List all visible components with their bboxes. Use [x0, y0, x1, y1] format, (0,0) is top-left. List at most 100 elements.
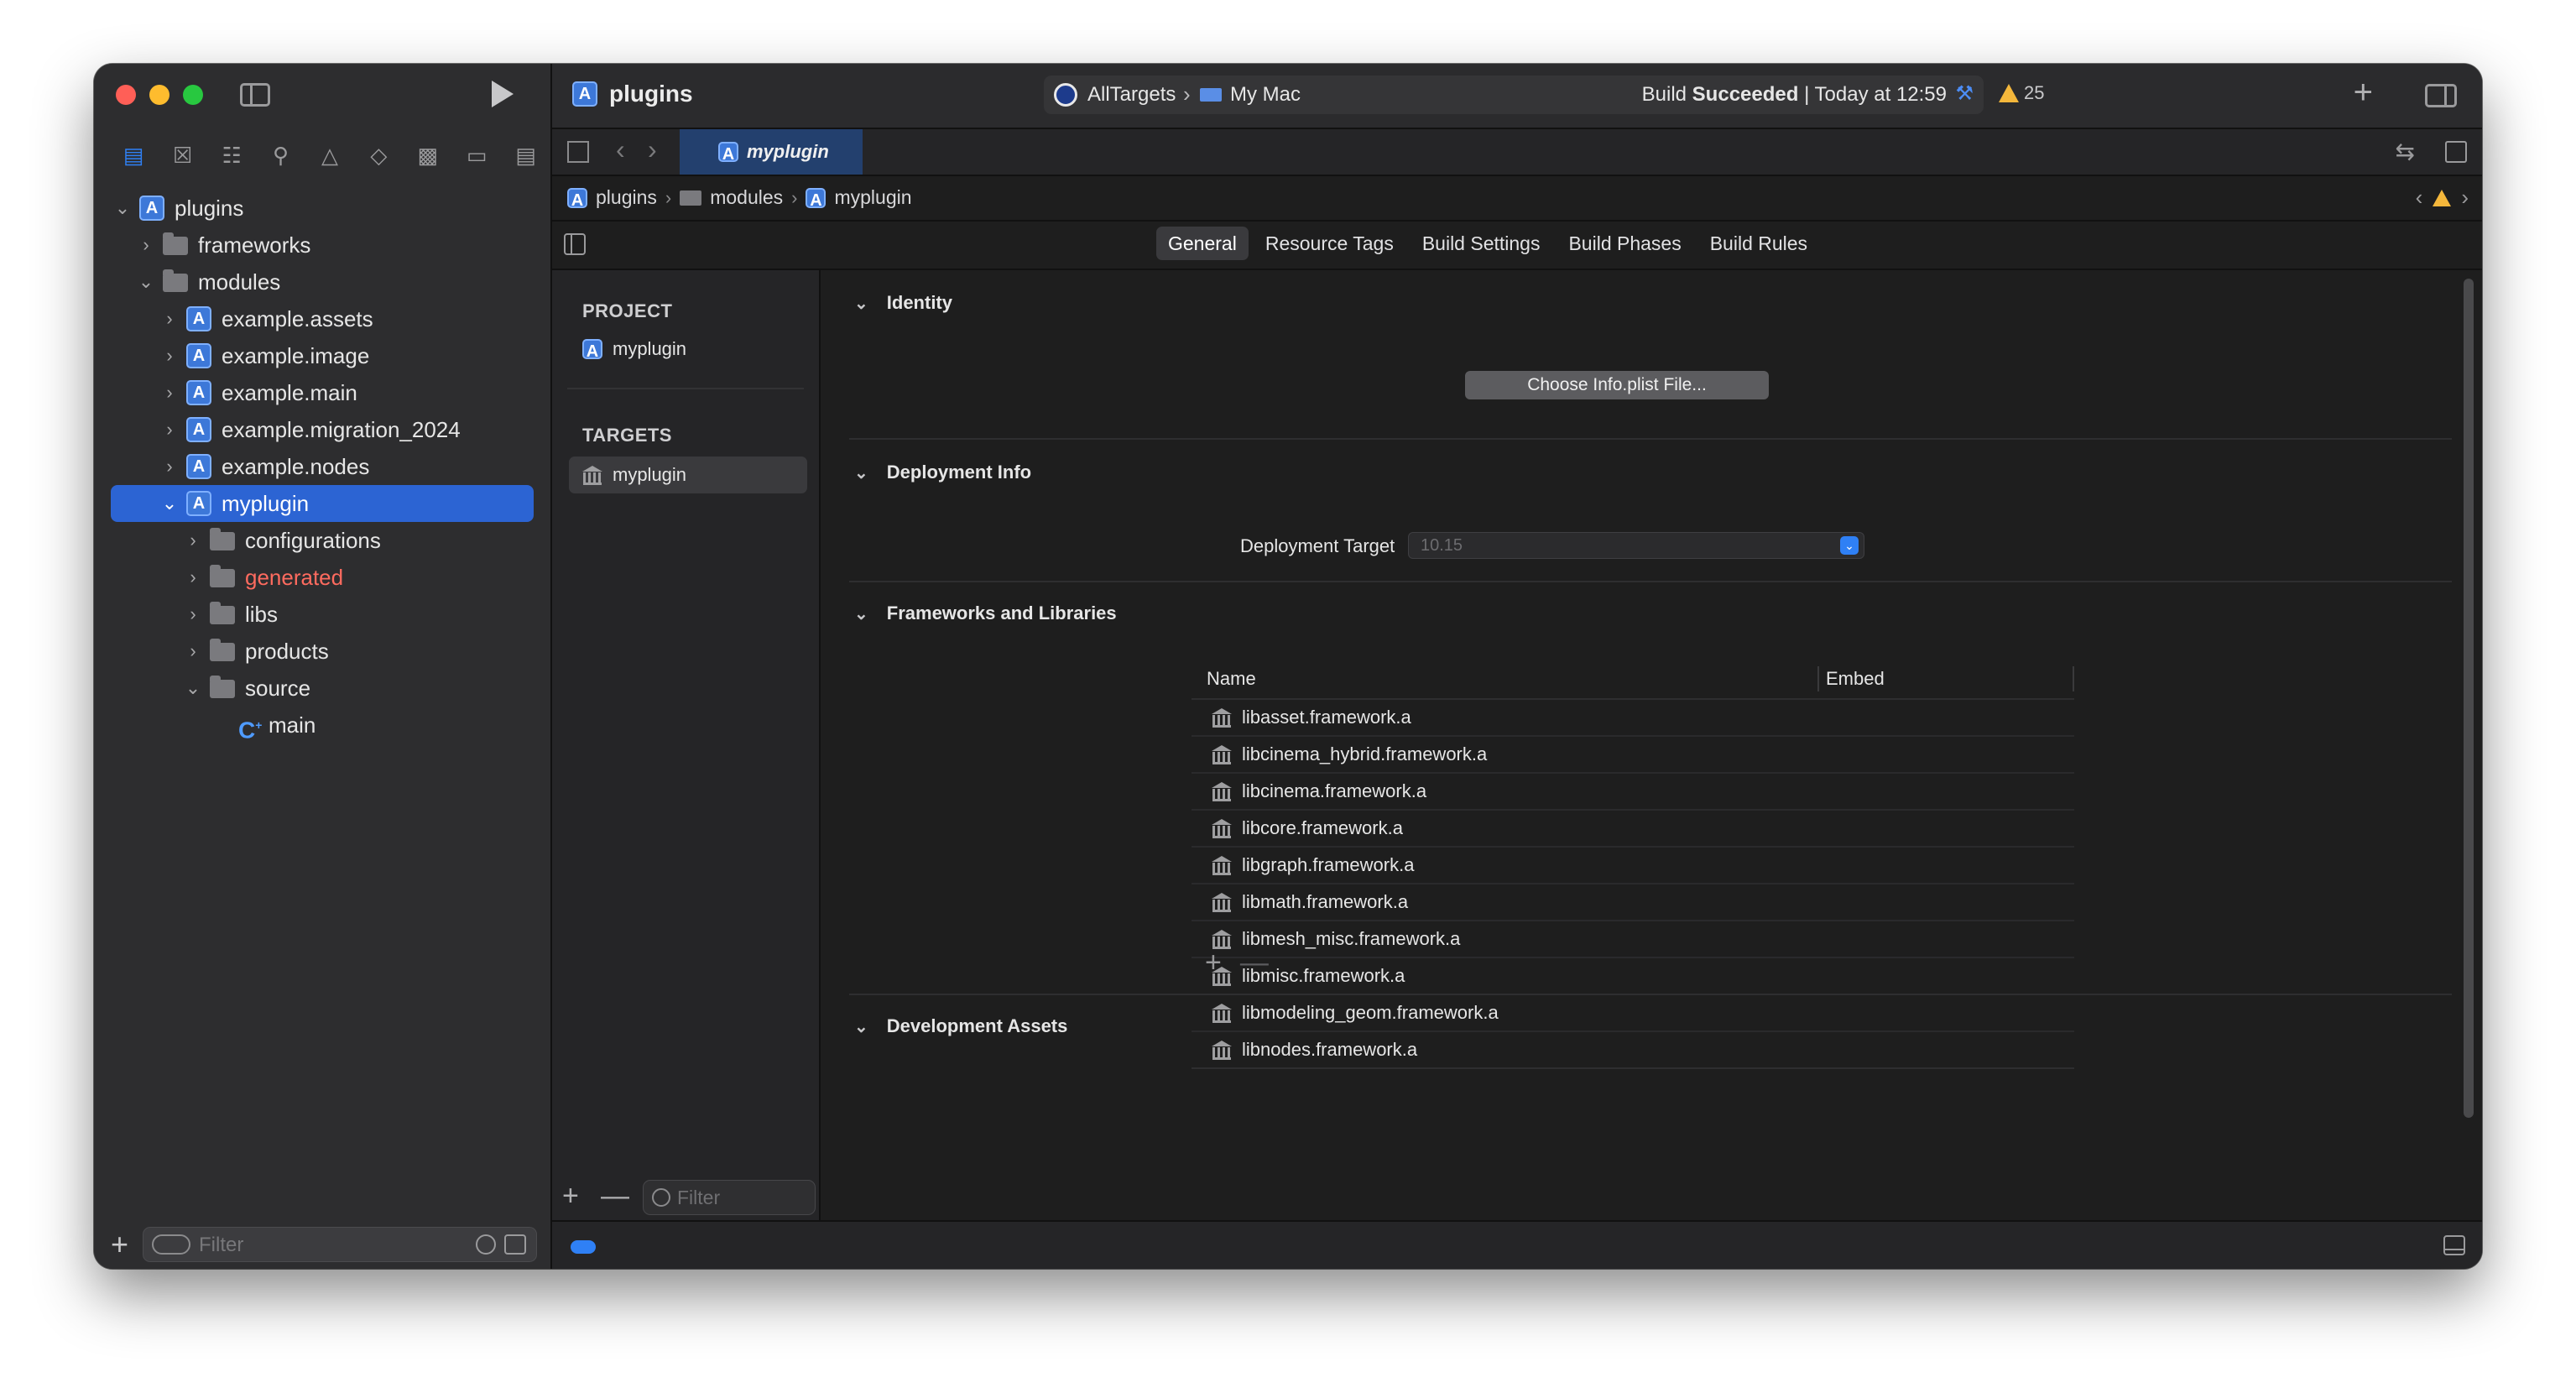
tree-row-myplugin[interactable]: ⌄ myplugin [111, 485, 534, 522]
scm-filter-icon[interactable] [504, 1234, 526, 1255]
back-chevron-icon[interactable]: ‹ [616, 134, 625, 165]
table-row[interactable]: libgraph.framework.a [1192, 848, 2074, 884]
filter-options-icon[interactable] [152, 1234, 190, 1255]
breadcrumb-item-myplugin[interactable]: myplugin [834, 186, 911, 209]
tree-row-libs[interactable]: › libs [94, 596, 550, 633]
target-filter-field[interactable]: Filter [643, 1180, 816, 1215]
tab-build-rules[interactable]: Build Rules [1698, 227, 1819, 260]
tree-row-plugins[interactable]: ⌄ plugins [94, 190, 550, 227]
add-editor-pane-icon[interactable] [2445, 141, 2467, 163]
table-row[interactable]: libmesh_misc.framework.a [1192, 921, 2074, 958]
add-target-button[interactable]: + [562, 1180, 579, 1213]
zoom-window-button[interactable] [183, 85, 203, 105]
forward-chevron-icon[interactable]: › [648, 134, 657, 165]
run-destination-selector[interactable]: My Mac [1230, 83, 1301, 107]
chevron-down-icon[interactable]: ⌄ [854, 1016, 868, 1037]
chevron-right-icon[interactable]: › [185, 603, 201, 625]
table-row[interactable]: libnodes.framework.a [1192, 1032, 2074, 1069]
find-navigator-icon[interactable]: ⚲ [256, 137, 305, 174]
project-item-myplugin[interactable]: myplugin [569, 331, 807, 368]
warnings-indicator[interactable]: 25 [1999, 82, 2044, 104]
tree-row-generated[interactable]: › generated [94, 559, 550, 596]
chevron-right-icon[interactable]: › [161, 419, 178, 441]
tree-row-example-nodes[interactable]: › example.nodes [94, 448, 550, 485]
source-control-navigator-icon[interactable]: ☒ [158, 137, 206, 174]
tree-row-example-image[interactable]: › example.image [94, 337, 550, 374]
breakpoint-navigator-icon[interactable]: ▭ [452, 137, 501, 174]
chevron-down-icon[interactable]: ⌄ [138, 271, 154, 293]
column-header-name[interactable]: Name [1207, 668, 1256, 690]
tree-row-products[interactable]: › products [94, 633, 550, 670]
symbol-navigator-icon[interactable]: ☷ [207, 137, 256, 174]
table-row[interactable]: libmodeling_geom.framework.a [1192, 995, 2074, 1032]
report-navigator-icon[interactable]: ▤ [502, 137, 550, 174]
related-items-grid-icon[interactable] [567, 141, 589, 163]
run-button[interactable] [492, 81, 514, 107]
tree-row-source[interactable]: ⌄ source [94, 670, 550, 707]
issue-navigator-icon[interactable]: △ [305, 137, 354, 174]
section-deployment-info[interactable]: ⌄ Deployment Info [854, 462, 1031, 483]
previous-issue-icon[interactable]: ‹ [2416, 185, 2423, 211]
table-row[interactable]: libcore.framework.a [1192, 811, 2074, 848]
scheme-target-selector[interactable]: AllTargets [1087, 83, 1176, 107]
warning-icon[interactable] [2433, 189, 2452, 206]
breadcrumb-item-modules[interactable]: modules [710, 186, 783, 209]
add-framework-button[interactable]: + [1205, 947, 1222, 979]
tab-resource-tags[interactable]: Resource Tags [1254, 227, 1405, 260]
tree-row-main[interactable]: C+ main [94, 707, 550, 743]
table-row[interactable]: libasset.framework.a [1192, 700, 2074, 737]
chevron-right-icon[interactable]: › [185, 640, 201, 662]
chevron-right-icon[interactable]: › [161, 456, 178, 477]
vertical-scrollbar[interactable] [2464, 279, 2474, 1118]
remove-framework-button[interactable]: — [1240, 947, 1269, 979]
chevron-down-icon[interactable]: ⌄ [185, 677, 201, 699]
chevron-right-icon[interactable]: › [161, 308, 178, 330]
breadcrumb-item-plugins[interactable]: plugins [596, 186, 657, 209]
scheme-status-bar[interactable]: AllTargets › My Mac Build Succeeded | To… [1044, 76, 1984, 114]
chevron-down-icon[interactable]: ⌄ [1840, 536, 1859, 555]
minimize-window-button[interactable] [149, 85, 169, 105]
column-header-embed[interactable]: Embed [1826, 668, 1885, 690]
deployment-target-select[interactable]: 10.15 ⌄ [1408, 532, 1864, 559]
tree-row-configurations[interactable]: › configurations [94, 522, 550, 559]
tab-build-phases[interactable]: Build Phases [1557, 227, 1692, 260]
tab-build-settings[interactable]: Build Settings [1411, 227, 1552, 260]
tree-row-modules[interactable]: ⌄ modules [94, 263, 550, 300]
project-navigator-icon[interactable]: ▤ [109, 137, 158, 174]
chevron-down-icon[interactable]: ⌄ [854, 462, 868, 483]
add-file-button[interactable]: + [111, 1227, 128, 1262]
table-row[interactable]: libcinema_hybrid.framework.a [1192, 737, 2074, 774]
library-add-button[interactable]: + [2354, 74, 2373, 112]
target-item-myplugin[interactable]: myplugin [569, 457, 807, 493]
section-development-assets[interactable]: ⌄ Development Assets [854, 1015, 1067, 1037]
table-row[interactable]: libmisc.framework.a [1192, 958, 2074, 995]
table-row[interactable]: libmath.framework.a [1192, 884, 2074, 921]
remove-target-button[interactable]: — [601, 1180, 629, 1213]
table-row[interactable]: libcinema.framework.a [1192, 774, 2074, 811]
toggle-project-list-icon[interactable] [564, 233, 586, 255]
section-frameworks[interactable]: ⌄ Frameworks and Libraries [854, 603, 1117, 624]
choose-info-plist-button[interactable]: Choose Info.plist File... [1465, 371, 1769, 399]
chevron-right-icon[interactable]: › [161, 345, 178, 367]
chevron-down-icon[interactable]: ⌄ [854, 293, 868, 314]
tree-row-example-main[interactable]: › example.main [94, 374, 550, 411]
tree-row-example-migration[interactable]: › example.migration_2024 [94, 411, 550, 448]
section-identity[interactable]: ⌄ Identity [854, 292, 952, 314]
chevron-down-icon[interactable]: ⌄ [114, 197, 131, 219]
tab-myplugin[interactable]: myplugin [680, 129, 863, 175]
toggle-navigator-icon[interactable] [240, 83, 270, 107]
chevron-right-icon[interactable]: › [185, 566, 201, 588]
debug-navigator-icon[interactable]: ▩ [404, 137, 452, 174]
recent-files-icon[interactable] [476, 1234, 496, 1255]
toggle-inspector-icon[interactable] [2425, 84, 2457, 107]
test-navigator-icon[interactable]: ◇ [354, 137, 403, 174]
chevron-down-icon[interactable]: ⌄ [161, 493, 178, 514]
tab-general[interactable]: General [1156, 227, 1249, 260]
next-issue-icon[interactable]: › [2461, 185, 2469, 211]
navigator-filter-field[interactable]: Filter [143, 1227, 537, 1262]
chevron-right-icon[interactable]: › [185, 530, 201, 551]
tree-row-frameworks[interactable]: › frameworks [94, 227, 550, 263]
close-window-button[interactable] [116, 85, 136, 105]
chevron-down-icon[interactable]: ⌄ [854, 603, 868, 624]
chevron-right-icon[interactable]: › [138, 234, 154, 256]
